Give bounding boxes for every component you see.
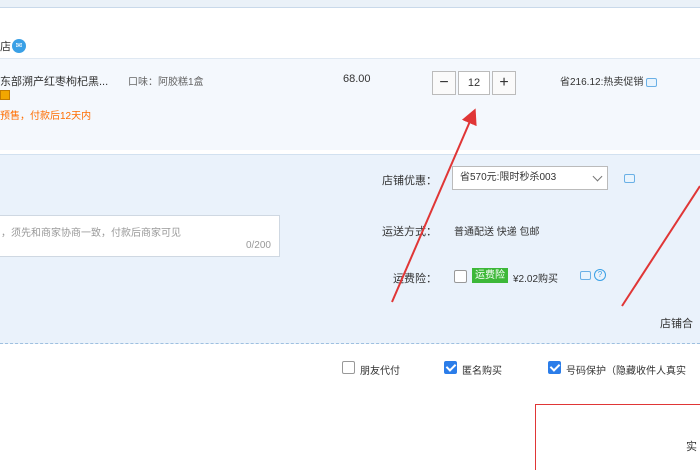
quantity-decrease-button[interactable]: − bbox=[432, 71, 456, 95]
shipping-label: 运送方式： bbox=[382, 226, 437, 238]
insurance-price: ¥2.02购买 bbox=[513, 274, 559, 285]
chevron-down-icon bbox=[592, 171, 603, 182]
friend-pay-checkbox[interactable] bbox=[342, 361, 355, 374]
message-icon[interactable] bbox=[624, 174, 635, 183]
item-title[interactable]: 东部溯产红枣枸杞黑... bbox=[0, 73, 108, 89]
item-sku: 口味：阿胶糕1盒 bbox=[128, 77, 204, 88]
anonymous-label: 匿名购买 bbox=[462, 366, 502, 377]
anonymous-checkbox[interactable] bbox=[444, 361, 457, 374]
coupon-select-value: 省570元:限时秒杀003 bbox=[460, 172, 557, 183]
item-discount-text: 省216.12:热卖促销 bbox=[560, 77, 644, 88]
quantity-stepper: − 12 + bbox=[432, 71, 516, 95]
privacy-checkbox[interactable] bbox=[548, 361, 561, 374]
badge-icon bbox=[0, 90, 10, 100]
insurance-tag: 运费险 bbox=[472, 268, 508, 283]
memo-char-count: 0/200 bbox=[245, 240, 271, 251]
memo-placeholder: ，须先和商家协商一致，付款后商家可见 bbox=[1, 228, 181, 239]
memo-textarea[interactable]: ，须先和商家协商一致，付款后商家可见 0/200 bbox=[0, 215, 280, 257]
item-discount: 省216.12:热卖促销 bbox=[560, 73, 658, 88]
chat-icon[interactable]: ✉ bbox=[12, 39, 26, 53]
message-icon[interactable] bbox=[580, 271, 591, 280]
shop-total-label: 店铺合 bbox=[660, 318, 693, 330]
shop-label: 店 bbox=[0, 41, 11, 53]
payment-summary-text: 实 bbox=[686, 441, 697, 453]
help-icon[interactable]: ? bbox=[594, 269, 606, 281]
presale-notice: 预售，付款后12天内 bbox=[0, 111, 92, 122]
quantity-increase-button[interactable]: + bbox=[492, 71, 516, 95]
table-header bbox=[0, 0, 700, 8]
message-icon[interactable] bbox=[646, 77, 658, 87]
payment-summary-box bbox=[535, 404, 700, 470]
coupon-select[interactable]: 省570元:限时秒杀003 bbox=[452, 166, 608, 190]
coupon-label: 店铺优惠： bbox=[382, 175, 437, 187]
shipping-value: 普通配送 快递 包邮 bbox=[454, 227, 540, 238]
insurance-label: 运费险： bbox=[393, 273, 437, 285]
insurance-checkbox[interactable] bbox=[454, 270, 467, 283]
order-item-row: 东部溯产红枣枸杞黑... 口味：阿胶糕1盒 预售，付款后12天内 68.00 −… bbox=[0, 58, 700, 150]
quantity-input[interactable]: 12 bbox=[458, 71, 490, 95]
privacy-label: 号码保护（隐藏收件人真实 bbox=[566, 366, 686, 377]
friend-pay-label: 朋友代付 bbox=[360, 366, 400, 377]
unit-price: 68.00 bbox=[343, 73, 371, 85]
